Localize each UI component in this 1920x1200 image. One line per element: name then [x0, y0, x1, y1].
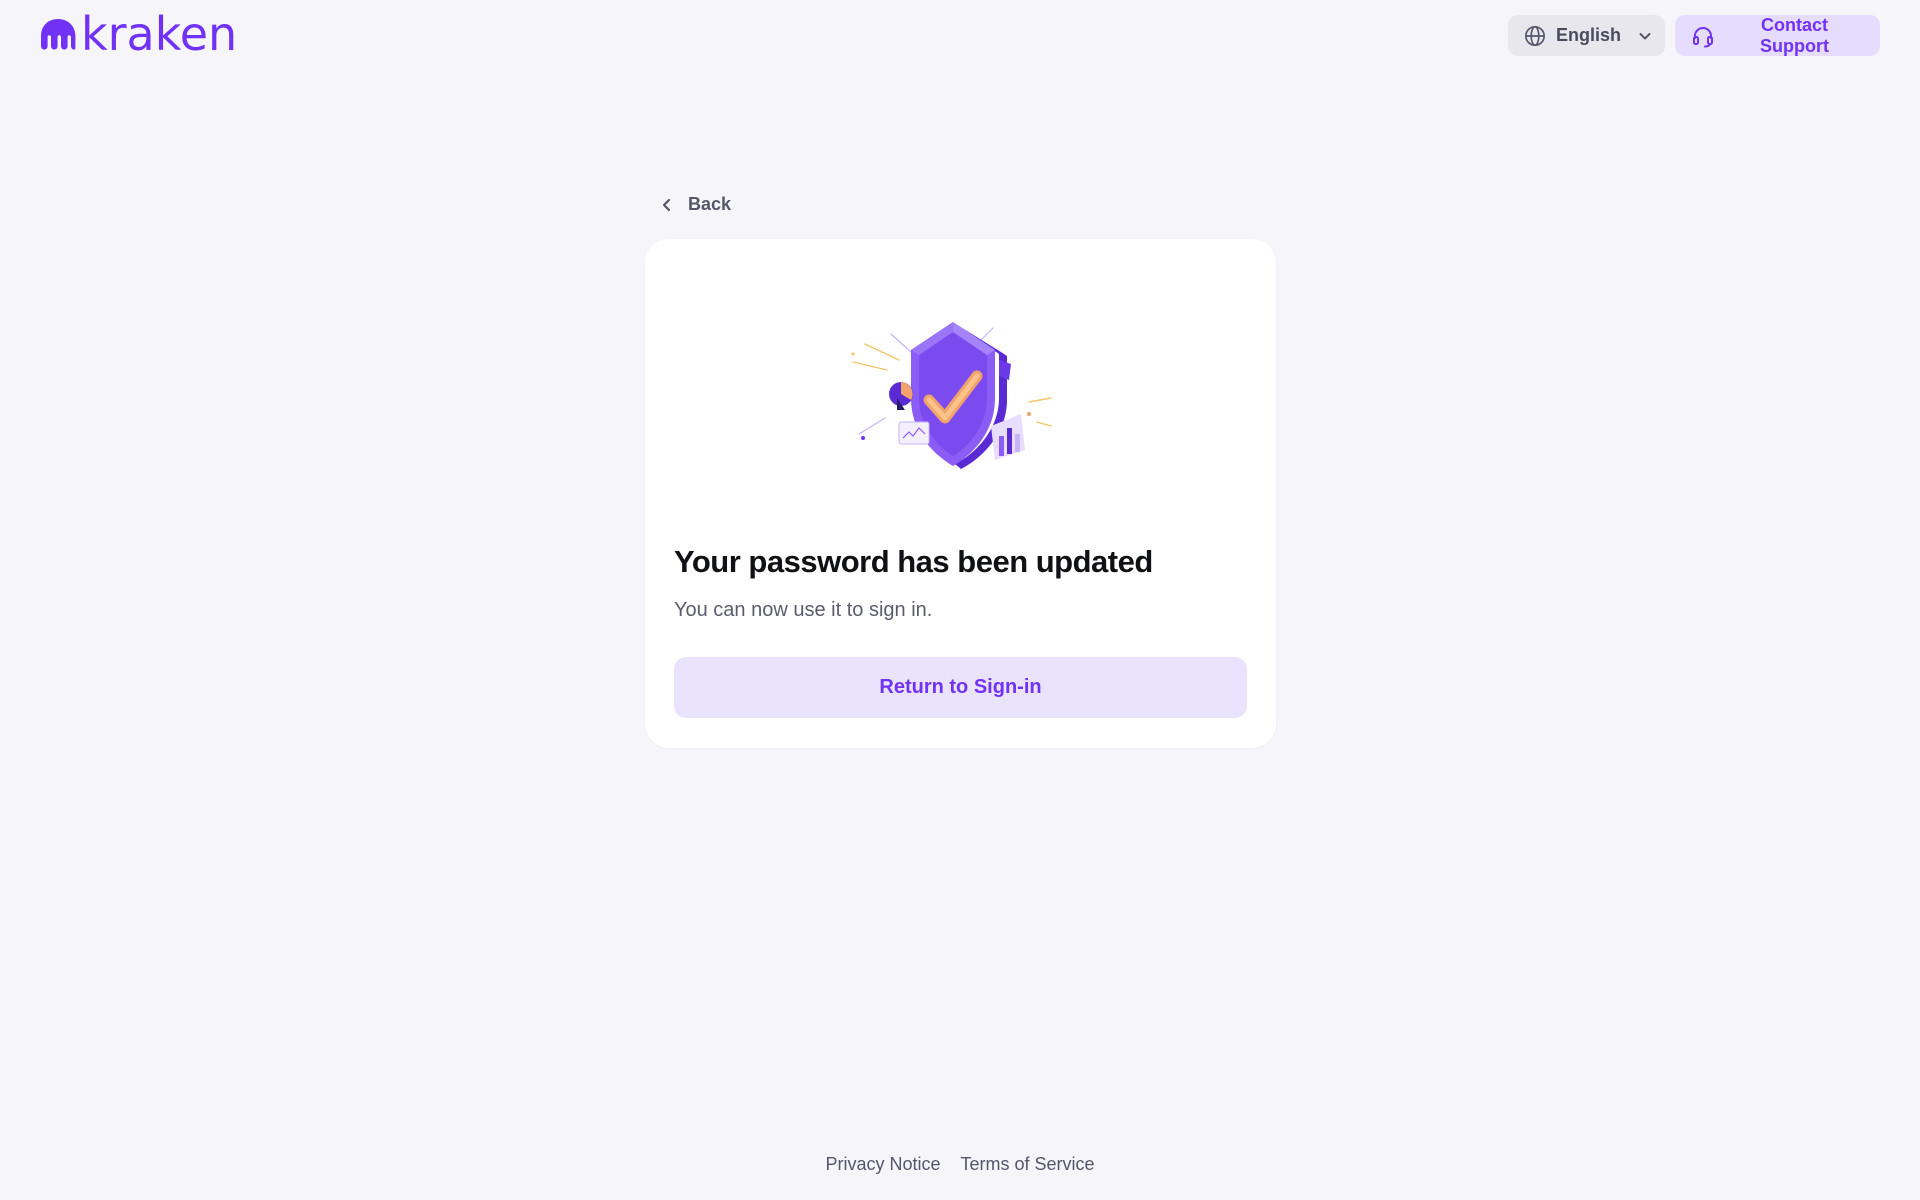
privacy-notice-link[interactable]: Privacy Notice — [825, 1154, 940, 1175]
confirmation-card: Your password has been updated You can n… — [645, 239, 1276, 748]
back-button[interactable]: Back — [660, 194, 731, 215]
headset-icon — [1691, 24, 1715, 48]
contact-support-button[interactable]: Contact Support — [1675, 15, 1880, 56]
terms-of-service-link[interactable]: Terms of Service — [960, 1154, 1094, 1175]
kraken-logo-icon — [41, 19, 76, 50]
chevron-down-icon — [1637, 28, 1653, 44]
page-title: Your password has been updated — [674, 544, 1153, 579]
footer: Privacy Notice Terms of Service — [0, 1154, 1920, 1175]
language-label: English — [1556, 25, 1622, 45]
page-subtitle: You can now use it to sign in. — [674, 599, 933, 621]
contact-support-label: Contact Support — [1760, 14, 1829, 56]
back-label: Back — [688, 194, 732, 214]
language-selector[interactable]: English — [1508, 15, 1665, 56]
shield-check-illustration — [851, 322, 1052, 469]
chevron-left-icon — [660, 197, 674, 213]
header-actions: English Contact Support — [1508, 15, 1880, 56]
globe-icon — [1524, 25, 1546, 47]
top-header: kraken English Contact Support — [0, 0, 1920, 72]
page: kraken English Contact Support Back Your… — [0, 0, 1920, 1200]
return-to-signin-button[interactable]: Return to Sign-in — [674, 657, 1247, 718]
logo-wordmark: kraken — [81, 7, 238, 61]
kraken-logo[interactable]: kraken — [39, 7, 238, 61]
